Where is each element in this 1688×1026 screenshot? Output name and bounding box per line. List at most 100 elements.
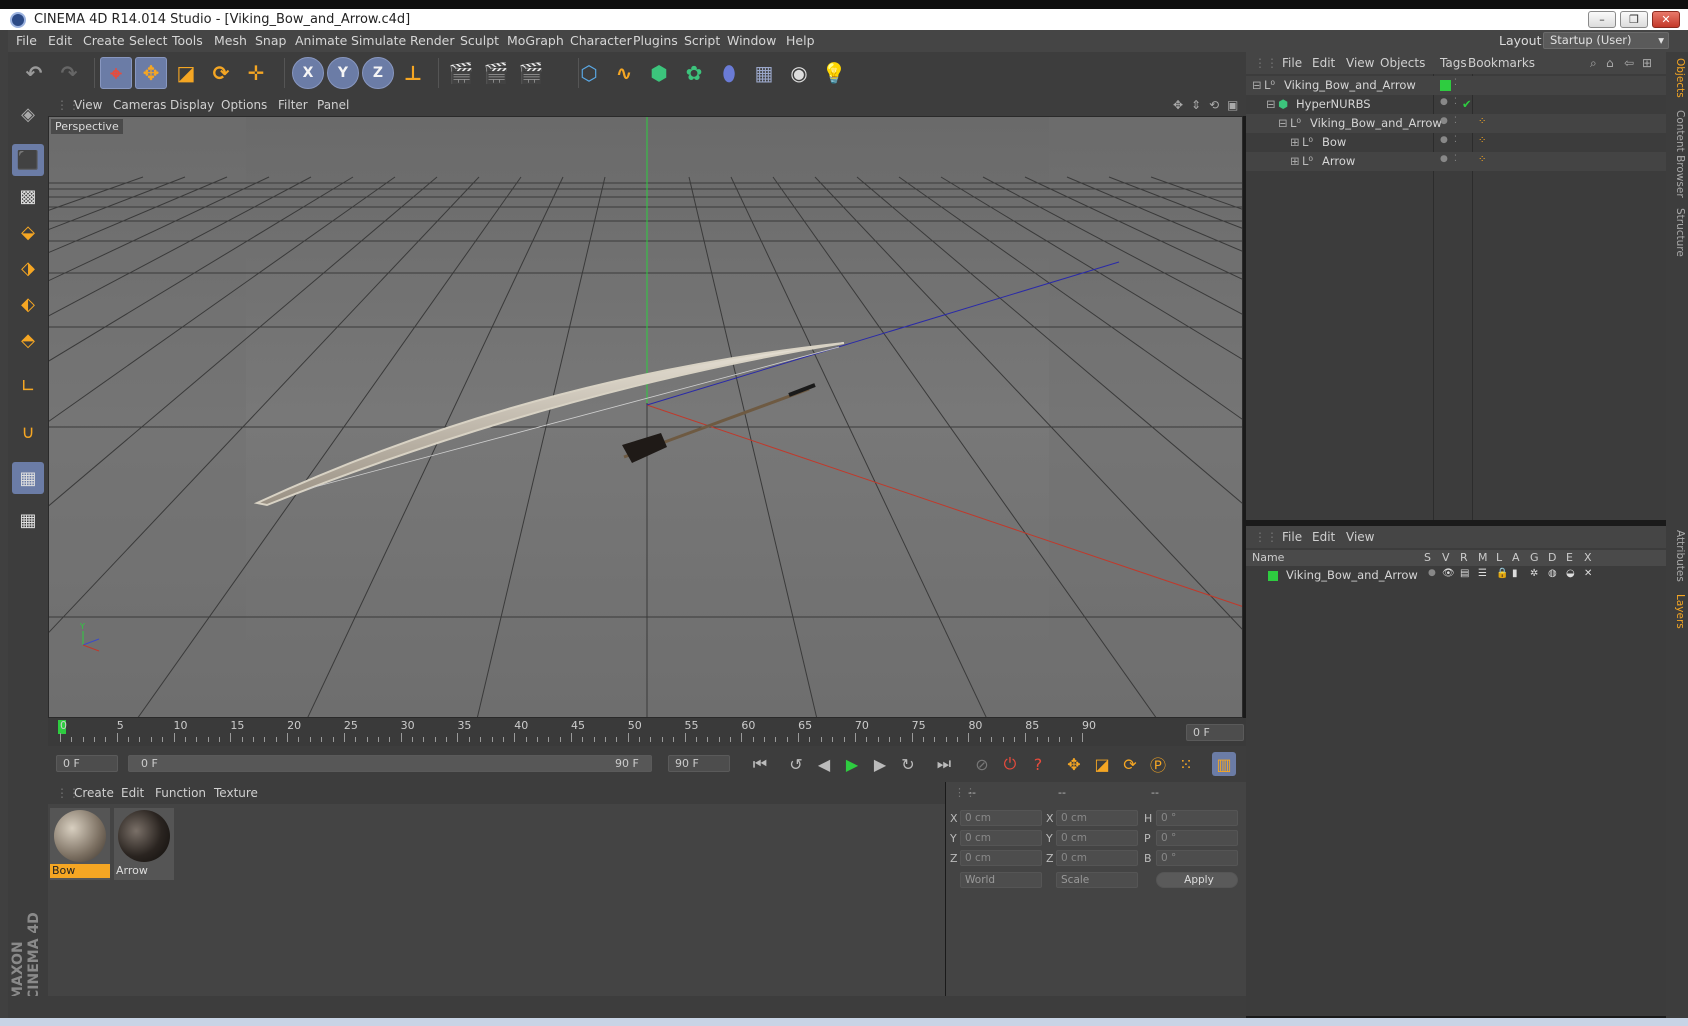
menu-simulate[interactable]: Simulate	[351, 33, 406, 48]
rotate-view-icon[interactable]: ⟲	[1209, 98, 1219, 112]
col-deformers[interactable]: D	[1548, 551, 1556, 564]
spline-pen-icon[interactable]: ∿	[608, 57, 640, 89]
collapse-icon[interactable]: ⊟	[1266, 97, 1276, 111]
menu-edit[interactable]: Edit	[48, 33, 72, 48]
pos-y-field[interactable]: 0 cm	[960, 830, 1042, 846]
menu-mesh[interactable]: Mesh	[214, 33, 247, 48]
col-locked[interactable]: L	[1496, 551, 1502, 564]
col-render[interactable]: R	[1460, 551, 1468, 564]
tab-attributes[interactable]: Attributes	[1668, 530, 1686, 582]
points-mode-icon[interactable]: ⬗	[12, 252, 44, 284]
material-arrow[interactable]: Arrow	[114, 808, 174, 880]
restore-button[interactable]: ❐	[1620, 11, 1648, 28]
col-view[interactable]: V	[1442, 551, 1450, 564]
menu-create[interactable]: Create	[83, 33, 125, 48]
snap-magnet-icon[interactable]: ∪	[12, 416, 44, 448]
viewport-menu-cameras[interactable]: Cameras	[113, 98, 166, 112]
polygons-mode-icon[interactable]: ⬘	[12, 324, 44, 356]
z-axis-lock-button[interactable]: Z	[362, 57, 394, 89]
size-y-field[interactable]: 0 cm	[1056, 830, 1138, 846]
current-frame-field[interactable]: 0 F	[1186, 724, 1244, 741]
x-axis-lock-button[interactable]: X	[292, 57, 324, 89]
col-expressions[interactable]: E	[1566, 551, 1573, 564]
goto-previous-key-icon[interactable]: ↺	[784, 752, 808, 776]
menu-character[interactable]: Character	[570, 33, 632, 48]
minimize-button[interactable]: –	[1588, 11, 1616, 28]
material-menu-texture[interactable]: Texture	[214, 786, 258, 800]
col-animation[interactable]: A	[1512, 551, 1520, 564]
tab-content-browser[interactable]: Content Browser	[1668, 110, 1686, 198]
visibility-dot-icon[interactable]: ●	[1440, 135, 1448, 145]
visibility-dot-icon[interactable]: ●	[1440, 116, 1448, 126]
material-tag-icon[interactable]: ⁘	[1478, 154, 1486, 165]
viewport-menu-display[interactable]: Display	[170, 98, 214, 112]
workplane-lock-icon[interactable]: ▦	[12, 462, 44, 494]
rot-b-field[interactable]: 0 °	[1156, 850, 1238, 866]
autokeying-icon[interactable]: ⏻	[998, 752, 1022, 776]
xref-icon[interactable]: ✕	[1584, 568, 1592, 579]
render-icon[interactable]: ▤	[1460, 568, 1469, 579]
edges-mode-icon[interactable]: ⬖	[12, 288, 44, 320]
material-menu-edit[interactable]: Edit	[121, 786, 144, 800]
deformer-icon[interactable]: ⬮	[713, 57, 745, 89]
material-menu-create[interactable]: Create	[74, 786, 114, 800]
object-row[interactable]: ⊟ ⬢ HyperNURBS ● ⁚ ✔	[1246, 95, 1666, 114]
checkmark-icon[interactable]: ✔	[1462, 97, 1472, 111]
start-frame-field[interactable]: 0 F	[56, 755, 118, 772]
viewport-menu-filter[interactable]: Filter	[278, 98, 308, 112]
record-keys-icon[interactable]: ⊘	[970, 752, 994, 776]
size-x-field[interactable]: 0 cm	[1056, 810, 1138, 826]
col-generators[interactable]: G	[1530, 551, 1539, 564]
close-button[interactable]: ✕	[1652, 11, 1680, 28]
zoom-view-icon[interactable]: ⇕	[1191, 98, 1201, 112]
play-icon[interactable]: ▶	[840, 752, 864, 776]
scale-tool-icon[interactable]: ◪	[170, 57, 202, 89]
planar-workplane-icon[interactable]: ▦	[12, 504, 44, 536]
objects-menu-tags[interactable]: Tags	[1440, 56, 1467, 70]
next-frame-icon[interactable]: ▶	[868, 752, 892, 776]
render-view-icon[interactable]: 🎬	[445, 57, 477, 89]
render-to-picture-viewer-icon[interactable]: 🎬	[480, 57, 512, 89]
subdivision-nurbs-icon[interactable]: ⬢	[643, 57, 675, 89]
key-pla-icon[interactable]: ⁙	[1174, 752, 1198, 776]
expression-icon[interactable]: ◒	[1566, 568, 1575, 579]
visibility-dot-icon[interactable]: ●	[1440, 97, 1448, 107]
y-axis-lock-button[interactable]: Y	[327, 57, 359, 89]
apply-button[interactable]: Apply	[1156, 872, 1238, 888]
redo-icon[interactable]: ↷	[53, 57, 85, 89]
menu-render[interactable]: Render	[410, 33, 455, 48]
menu-snap[interactable]: Snap	[255, 33, 286, 48]
col-manager[interactable]: M	[1478, 551, 1488, 564]
live-selection-icon[interactable]: ⌖	[100, 57, 132, 89]
layer-row[interactable]: Viking_Bow_and_Arrow ● 👁 ▤ ☰ 🔒 ▮ ✲ ◍ ◒ ✕	[1246, 568, 1666, 584]
cube-primitive-icon[interactable]: ⬡	[573, 57, 605, 89]
col-name[interactable]: Name	[1252, 551, 1284, 564]
undo-icon[interactable]: ↶	[18, 57, 50, 89]
home-icon[interactable]: ⌂	[1606, 56, 1614, 70]
deformer-icon[interactable]: ◍	[1548, 568, 1557, 579]
timeline-ruler[interactable]: 0 5 10 15 20 25 30 35 40 45 50 55 60 65 70 75 80 85 90 0 F	[48, 718, 1246, 746]
rot-h-field[interactable]: 0 °	[1156, 810, 1238, 826]
layer-color-swatch[interactable]	[1268, 571, 1278, 581]
visibility-dots-icon[interactable]: ⁚	[1454, 78, 1457, 88]
menu-script[interactable]: Script	[684, 33, 720, 48]
timeline-layout-icon[interactable]: ▥	[1212, 752, 1236, 776]
lock-icon[interactable]: 🔒	[1496, 568, 1508, 579]
object-row[interactable]: ⊟ L⁰ Viking_Bow_and_Arrow ● ⁚ ⁘	[1246, 114, 1666, 133]
menu-help[interactable]: Help	[786, 33, 815, 48]
viewport-menu-panel[interactable]: Panel	[317, 98, 349, 112]
visibility-dots-icon[interactable]: ⁚	[1454, 116, 1457, 126]
visibility-dots-icon[interactable]: ⁚	[1454, 154, 1457, 164]
key-parameter-icon[interactable]: Ⓟ	[1146, 752, 1170, 776]
collapse-icon[interactable]: ⊟	[1278, 116, 1288, 130]
menu-window[interactable]: Window	[727, 33, 776, 48]
size-mode-select[interactable]: Scale	[1056, 872, 1138, 888]
objects-menu-view[interactable]: View	[1346, 56, 1374, 70]
tab-objects[interactable]: Objects	[1668, 58, 1686, 98]
objects-menu-objects[interactable]: Objects	[1380, 56, 1425, 70]
material-menu-function[interactable]: Function	[155, 786, 206, 800]
layers-menu-view[interactable]: View	[1346, 530, 1374, 544]
menu-mograph[interactable]: MoGraph	[507, 33, 564, 48]
object-row[interactable]: ⊞ L⁰ Bow ● ⁚ ⁘	[1246, 133, 1666, 152]
end-frame-field[interactable]: 90 F	[668, 755, 730, 772]
